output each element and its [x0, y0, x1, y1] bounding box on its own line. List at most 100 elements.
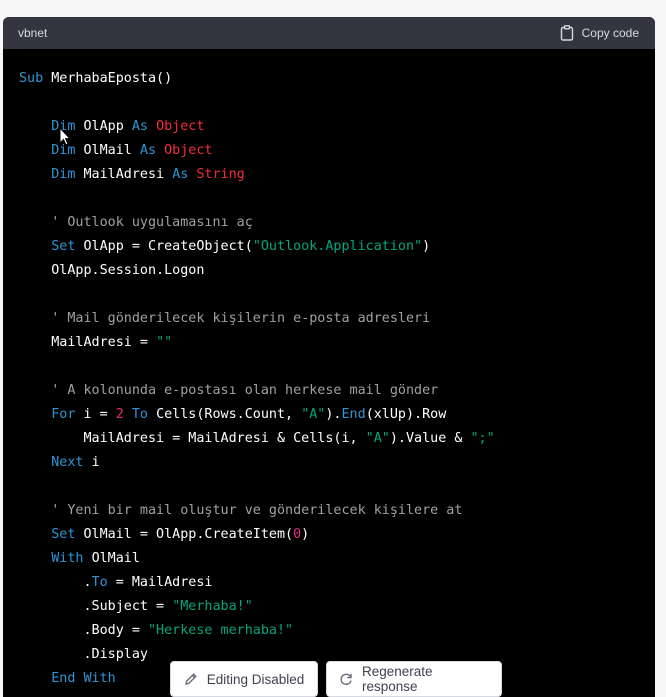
code-token: ";" [470, 431, 495, 446]
editing-disabled-label: Editing Disabled [206, 671, 305, 687]
code-token: As [172, 167, 197, 182]
code-token: MailAdresi = MailAdresi & Cells(i, [19, 431, 366, 446]
regenerate-response-button[interactable]: Regenerate response [326, 661, 502, 697]
code-token: To [91, 575, 108, 590]
code-line: ' Yeni bir mail oluştur ve gönderilecek … [19, 499, 655, 523]
code-line: Dim OlApp As Object [19, 115, 655, 139]
code-line: Dim OlMail As Object [19, 139, 655, 163]
code-token: ) [422, 239, 431, 254]
code-line: OlApp.Session.Logon [19, 259, 655, 283]
code-line: Set OlMail = OlApp.CreateItem(0) [19, 523, 655, 547]
code-token: . [19, 575, 92, 590]
code-token: Dim [51, 167, 84, 182]
code-line: ' Mail gönderilecek kişilerin e-posta ad… [19, 307, 655, 331]
code-line: Sub MerhabaEposta() [19, 67, 655, 91]
code-line: .To = MailAdresi [19, 571, 655, 595]
code-token: ).Value & [389, 431, 471, 446]
code-token: = MailAdresi [107, 575, 213, 590]
code-line: For i = 2 To Cells(Rows.Count, "A").End(… [19, 403, 655, 427]
code-line: MailAdresi = "" [19, 331, 655, 355]
code-line: Set OlApp = CreateObject("Outlook.Applic… [19, 235, 655, 259]
code-block-header: vbnet Copy code [3, 17, 655, 49]
code-token: "A" [365, 431, 390, 446]
code-token: .Display [19, 647, 148, 662]
code-line: Dim MailAdresi As String [19, 163, 655, 187]
code-token: OlMail [83, 143, 140, 158]
code-line: .Subject = "Merhaba!" [19, 595, 655, 619]
code-token: OlMail [91, 551, 140, 566]
clipboard-icon [560, 25, 574, 41]
code-block: vbnet Copy code Sub MerhabaEposta() Dim … [3, 17, 655, 697]
code-token: .Body = [19, 623, 148, 638]
code-content[interactable]: Sub MerhabaEposta() Dim OlApp As Object … [3, 49, 655, 691]
code-token: String [196, 167, 245, 182]
code-token: ' A kolonunda e-postası olan herkese mai… [19, 383, 439, 398]
mouse-pointer-icon [59, 127, 71, 146]
code-token: ' Yeni bir mail oluştur ve gönderilecek … [19, 503, 463, 518]
code-line: With OlMail [19, 547, 655, 571]
code-line: ' Outlook uygulamasını aç [19, 211, 655, 235]
code-token: Object [164, 143, 213, 158]
code-line: MailAdresi = MailAdresi & Cells(i, "A").… [19, 427, 655, 451]
code-token: With [51, 551, 92, 566]
code-token: Set [51, 527, 84, 542]
language-label: vbnet [18, 26, 48, 40]
code-token: MailAdresi = [19, 335, 157, 350]
code-token: "Outlook.Application" [252, 239, 423, 254]
code-token: Object [156, 119, 205, 134]
code-token: (xlUp).Row [365, 407, 447, 422]
code-token: End [341, 407, 366, 422]
code-token: i = [83, 407, 116, 422]
code-token: To [131, 407, 157, 422]
regenerate-response-label: Regenerate response [362, 664, 433, 694]
code-token: ). [325, 407, 342, 422]
code-token: .Subject = [19, 599, 173, 614]
code-line: ' A kolonunda e-postası olan herkese mai… [19, 379, 655, 403]
pencil-icon [184, 672, 198, 686]
code-token: 0 [293, 527, 302, 542]
code-token: "" [156, 335, 173, 350]
code-token: ' Mail gönderilecek kişilerin e-posta ad… [19, 311, 431, 326]
copy-code-button[interactable]: Copy code [560, 25, 639, 41]
code-token: "Herkese merhaba!" [148, 623, 294, 638]
code-line: .Body = "Herkese merhaba!" [19, 619, 655, 643]
code-token: OlApp = CreateObject( [83, 239, 253, 254]
code-token: As [131, 119, 157, 134]
code-token: "Merhaba!" [172, 599, 253, 614]
code-token: As [139, 143, 165, 158]
code-token: Next [51, 455, 92, 470]
code-token: Cells(Rows.Count, [156, 407, 302, 422]
code-token: OlApp [83, 119, 132, 134]
editing-disabled-button[interactable]: Editing Disabled [170, 661, 318, 697]
code-token: OlMail = OlApp.CreateItem( [83, 527, 294, 542]
code-token: ' Outlook uygulamasını aç [19, 215, 253, 230]
code-token: ) [301, 527, 310, 542]
code-token: Set [51, 239, 84, 254]
code-token: MerhabaEposta() [51, 71, 173, 86]
copy-code-label: Copy code [581, 26, 639, 40]
code-token: MailAdresi [83, 167, 173, 182]
code-token: End With [51, 671, 116, 686]
code-token: i [91, 455, 100, 470]
code-token: Sub [19, 71, 52, 86]
code-token: 2 [115, 407, 132, 422]
code-token: For [51, 407, 84, 422]
code-line: Next i [19, 451, 655, 475]
code-token: "A" [301, 407, 326, 422]
refresh-icon [339, 672, 353, 686]
code-token: OlApp.Session.Logon [19, 263, 205, 278]
